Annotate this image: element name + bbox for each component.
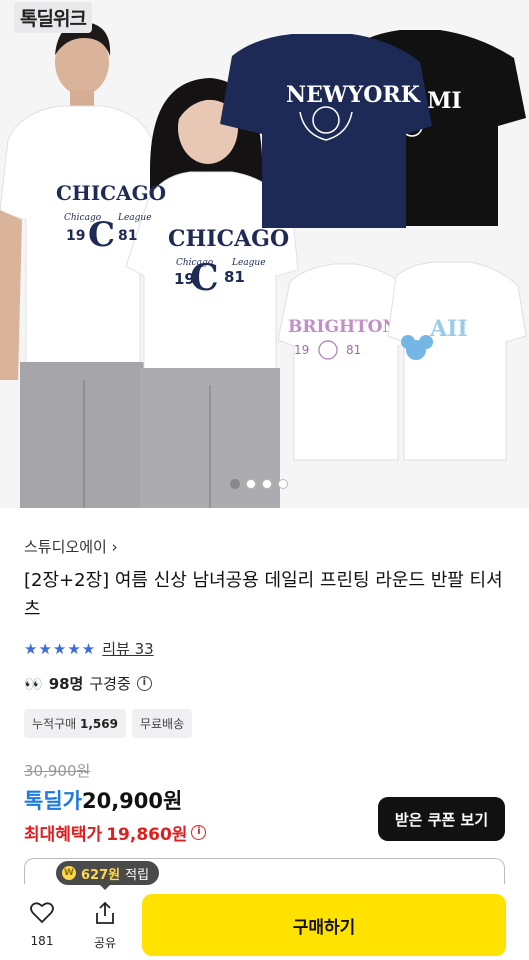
- view-coupons-button[interactable]: 받은 쿠폰 보기: [378, 797, 505, 841]
- carousel-dot[interactable]: [246, 479, 256, 489]
- svg-text:League: League: [117, 213, 152, 223]
- carousel-dot[interactable]: [230, 479, 240, 489]
- brighton-print: BRIGHTON: [288, 317, 398, 337]
- svg-text:C: C: [190, 257, 219, 299]
- product-title: [2장+2장] 여름 신상 남녀공용 데일리 프린팅 라운드 반팔 티셔츠: [24, 570, 503, 620]
- deal-label: 톡딜가: [24, 789, 82, 813]
- hawaii-print: AII: [429, 316, 468, 342]
- watching-count: 👀 98명 구경중 i: [24, 673, 152, 694]
- star-rating-icon: ★★★★★: [24, 639, 97, 658]
- carousel-dot[interactable]: [278, 479, 288, 489]
- free-shipping-chip: 무료배송: [131, 709, 193, 738]
- svg-text:19: 19: [294, 343, 309, 357]
- share-button[interactable]: 공유: [83, 900, 127, 951]
- like-count: 181: [30, 934, 54, 948]
- newyork-print: NEWYORK: [286, 82, 421, 108]
- points-label: 적립: [125, 867, 150, 883]
- coin-icon: W: [62, 866, 76, 880]
- deal-amount: 20,900원: [81, 789, 183, 813]
- heart-icon: [20, 900, 64, 926]
- product-photo: CHICAGO Chicago League 19 C 81 CHICAGO C…: [0, 0, 529, 508]
- seller-link[interactable]: 스튜디오에이 ›: [24, 536, 118, 557]
- product-image-carousel[interactable]: CHICAGO Chicago League 19 C 81 CHICAGO C…: [0, 0, 529, 508]
- like-button[interactable]: 181: [20, 900, 64, 948]
- points-tooltip: W 627원 적립: [56, 861, 160, 890]
- carousel-indicator[interactable]: [230, 479, 288, 489]
- chicago-print-male: CHICAGO: [56, 181, 166, 205]
- chicago-print-female: CHICAGO: [168, 226, 289, 252]
- original-price: 30,900원: [24, 762, 91, 780]
- watch-count: 98명: [48, 675, 84, 693]
- chevron-right-icon: ›: [111, 538, 118, 556]
- share-icon: [83, 900, 127, 926]
- svg-text:81: 81: [118, 228, 137, 244]
- info-icon[interactable]: i: [136, 676, 152, 691]
- max-amount: 19,860원: [106, 825, 188, 845]
- watch-label: 구경중: [89, 675, 131, 693]
- buy-button[interactable]: 구매하기: [142, 894, 506, 956]
- share-label: 공유: [93, 936, 117, 950]
- seller-name: 스튜디오에이: [24, 538, 107, 556]
- rating-row[interactable]: ★★★★★ 리뷰 33: [24, 638, 154, 659]
- svg-text:81: 81: [224, 268, 245, 286]
- points-amount: 627원: [81, 867, 121, 883]
- info-icon[interactable]: i: [191, 825, 207, 840]
- svg-text:League: League: [231, 258, 266, 268]
- deal-price: 톡딜가20,900원: [24, 785, 182, 815]
- review-link[interactable]: 리뷰 33: [102, 638, 153, 659]
- max-benefit-price[interactable]: 최대혜택가 19,860원 i: [24, 820, 207, 845]
- purchase-count-chip: 누적구매 1,569: [24, 709, 126, 738]
- promo-badge: 톡딜위크: [14, 2, 92, 33]
- max-label: 최대혜택가: [24, 825, 103, 845]
- svg-text:19: 19: [66, 228, 85, 244]
- svg-text:81: 81: [346, 343, 361, 357]
- tag-chips: 누적구매 1,569 무료배송: [24, 709, 193, 738]
- eyes-icon: 👀: [24, 674, 43, 693]
- carousel-dot[interactable]: [262, 479, 272, 489]
- svg-text:C: C: [88, 215, 115, 255]
